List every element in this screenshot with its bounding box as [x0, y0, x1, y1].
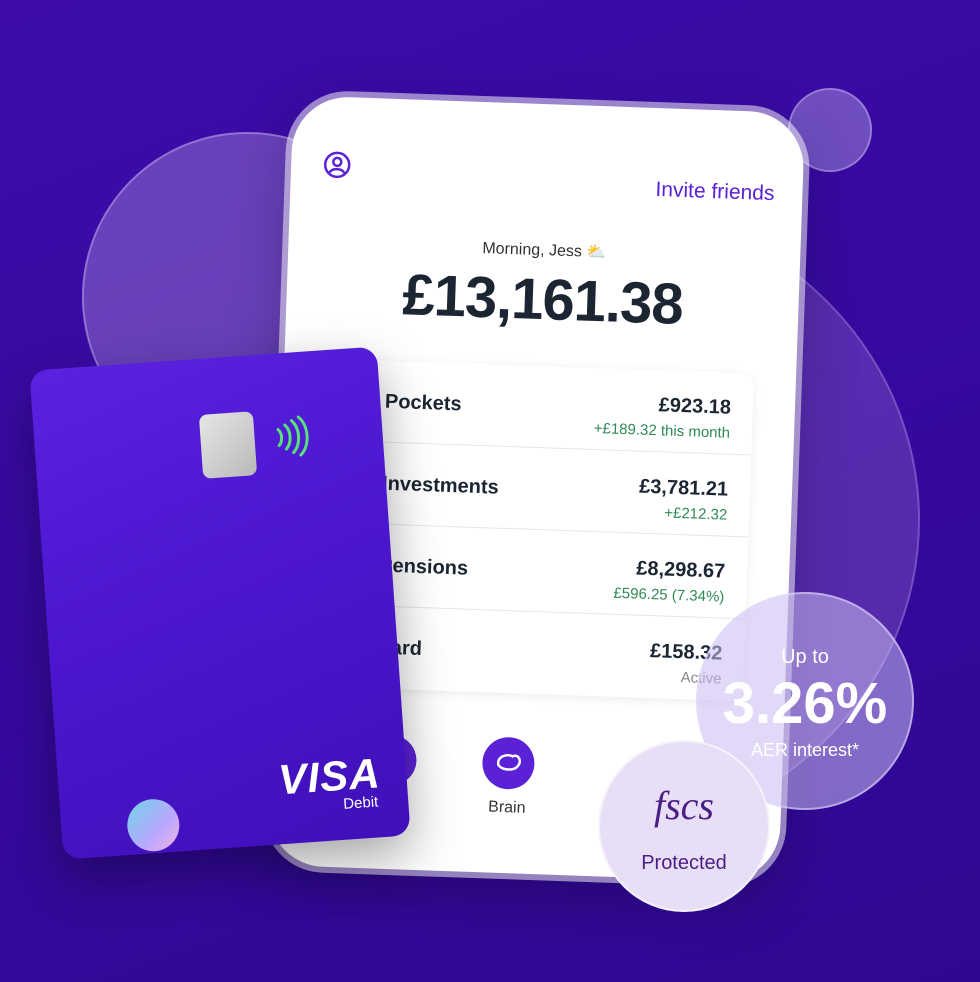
app-logo-icon [125, 797, 182, 853]
account-name: Pockets [384, 390, 463, 416]
invite-friends-link[interactable]: Invite friends [655, 178, 775, 206]
account-row-pockets[interactable]: Pockets £923.18 +£189.32 this month [341, 359, 755, 456]
card-type-label: Debit [342, 793, 379, 813]
brain-icon [496, 753, 521, 771]
account-change: £596.25 (7.34%) [613, 584, 725, 606]
contactless-icon [276, 415, 309, 457]
debit-card: VISA Debit [29, 346, 411, 860]
nav-brain-button[interactable] [481, 736, 536, 791]
rate-value: 3.26% [722, 671, 888, 736]
account-row-pensions[interactable]: Pensions £8,298.67 £596.25 (7.34%) [335, 523, 749, 620]
account-amount: £923.18 [658, 394, 732, 419]
account-amount: £8,298.67 [635, 557, 726, 583]
account-change: +£189.32 this month [593, 419, 731, 442]
fscs-logo: fscs [654, 783, 714, 828]
account-change: +£212.32 [663, 504, 728, 524]
profile-icon[interactable] [323, 150, 352, 179]
account-row-investments[interactable]: Investments £3,781.21 +£212.32 [338, 441, 752, 538]
fscs-badge: fscs Protected [598, 740, 770, 912]
card-chip [198, 411, 258, 479]
rate-prefix: Up to [781, 646, 829, 668]
nav-brain-label: Brain [487, 798, 526, 817]
fscs-label: Protected [641, 852, 727, 874]
account-amount: £3,781.21 [638, 475, 729, 501]
total-balance: £13,161.38 [401, 262, 684, 337]
account-name: Investments [381, 472, 500, 499]
